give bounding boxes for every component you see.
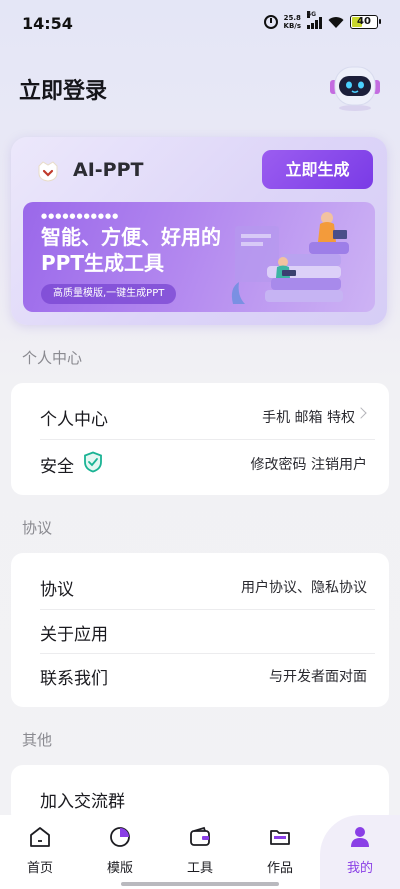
row-personal-center[interactable]: 个人中心 手机 邮箱 特权	[11, 393, 389, 439]
row-value: 与开发者面对面	[269, 669, 367, 685]
tab-mine[interactable]: 我的	[320, 815, 400, 889]
banner-pill: 高质量模版,一键生成PPT	[41, 284, 177, 304]
tab-tools[interactable]: 工具	[160, 815, 240, 889]
folder-icon	[268, 825, 292, 849]
login-title[interactable]: 立即登录	[19, 73, 107, 105]
row-value[interactable]: 修改密码 注销用户	[251, 454, 367, 474]
tab-label: 作品	[266, 861, 293, 876]
banner-dots: ●●●●●●●●●●●	[41, 212, 120, 220]
network-speed-unit: KB/s	[283, 22, 301, 30]
row-value: 手机 邮箱 特权	[262, 410, 355, 426]
agreement-card: 协议 用户协议、隐私协议 关于应用 联系我们 与开发者面对面	[11, 553, 389, 707]
chevron-right-icon	[355, 407, 367, 419]
section-label-other: 其他	[22, 731, 53, 749]
ai-ppt-title: AI-PPT	[73, 159, 144, 181]
generate-now-button[interactable]: 立即生成	[262, 150, 373, 189]
tab-template[interactable]: 模版	[80, 815, 160, 889]
tab-works[interactable]: 作品	[240, 815, 320, 889]
personal-card: 个人中心 手机 邮箱 特权 安全 修改密码 注销用户	[11, 383, 389, 495]
row-value[interactable]: 用户协议、隐私协议	[241, 577, 367, 597]
status-icons: 25.8 KB/s 5G 40	[263, 11, 381, 30]
network-speed: 25.8 KB/s	[284, 14, 301, 30]
home-icon	[28, 825, 52, 849]
row-title: 安全	[40, 457, 74, 477]
tab-home[interactable]: 首页	[0, 815, 80, 889]
books-illustration	[225, 208, 365, 308]
row-title: 协议	[40, 580, 74, 600]
section-label-personal: 个人中心	[22, 349, 83, 367]
banner-headline-line1: 智能、方便、好用的	[41, 225, 221, 249]
tab-label: 工具	[186, 861, 213, 876]
robot-avatar-icon[interactable]	[326, 64, 384, 112]
status-time: 14:54	[22, 14, 73, 33]
banner-headline: 智能、方便、好用的 PPT生成工具	[41, 224, 221, 276]
tab-label: 首页	[26, 861, 53, 876]
row-agreement[interactable]: 协议 用户协议、隐私协议	[11, 563, 389, 609]
row-contact-us[interactable]: 联系我们 与开发者面对面	[11, 652, 389, 698]
cell-signal-icon: 5G	[307, 11, 322, 29]
alarm-icon	[263, 15, 278, 29]
section-label-agreement: 协议	[22, 519, 53, 537]
bottom-tab-bar: 首页 模版 工具 作品 我的	[0, 815, 400, 889]
wallet-tool-icon	[188, 825, 212, 849]
tab-label: 模版	[106, 861, 133, 876]
network-type: 5G	[307, 11, 317, 18]
row-security[interactable]: 安全 修改密码 注销用户	[11, 440, 389, 486]
battery-level: 40	[357, 16, 371, 27]
ai-ppt-banner[interactable]: ●●●●●●●●●●● 智能、方便、好用的 PPT生成工具 高质量模版,一键生成…	[23, 202, 375, 312]
status-bar: 14:54 25.8 KB/s 5G 40	[0, 0, 400, 48]
ai-ppt-logo-icon	[36, 159, 60, 183]
network-speed-value: 25.8	[283, 14, 301, 22]
tab-label: 我的	[346, 861, 373, 876]
banner-headline-line2: PPT生成工具	[41, 251, 164, 275]
row-title: 关于应用	[40, 625, 108, 645]
row-title: 个人中心	[40, 410, 108, 430]
shield-check-icon	[83, 451, 103, 473]
user-icon	[348, 825, 372, 849]
home-indicator[interactable]	[121, 882, 279, 886]
row-title: 加入交流群	[40, 792, 125, 812]
row-title: 联系我们	[40, 669, 108, 689]
battery-icon: 40	[350, 15, 381, 29]
row-about-app[interactable]: 关于应用	[11, 608, 389, 654]
wifi-icon	[328, 16, 344, 29]
ai-ppt-card[interactable]: AI-PPT 立即生成 ●●●●●●●●●●● 智能、方便、好用的 PPT生成工…	[11, 137, 387, 325]
template-icon	[108, 825, 132, 849]
